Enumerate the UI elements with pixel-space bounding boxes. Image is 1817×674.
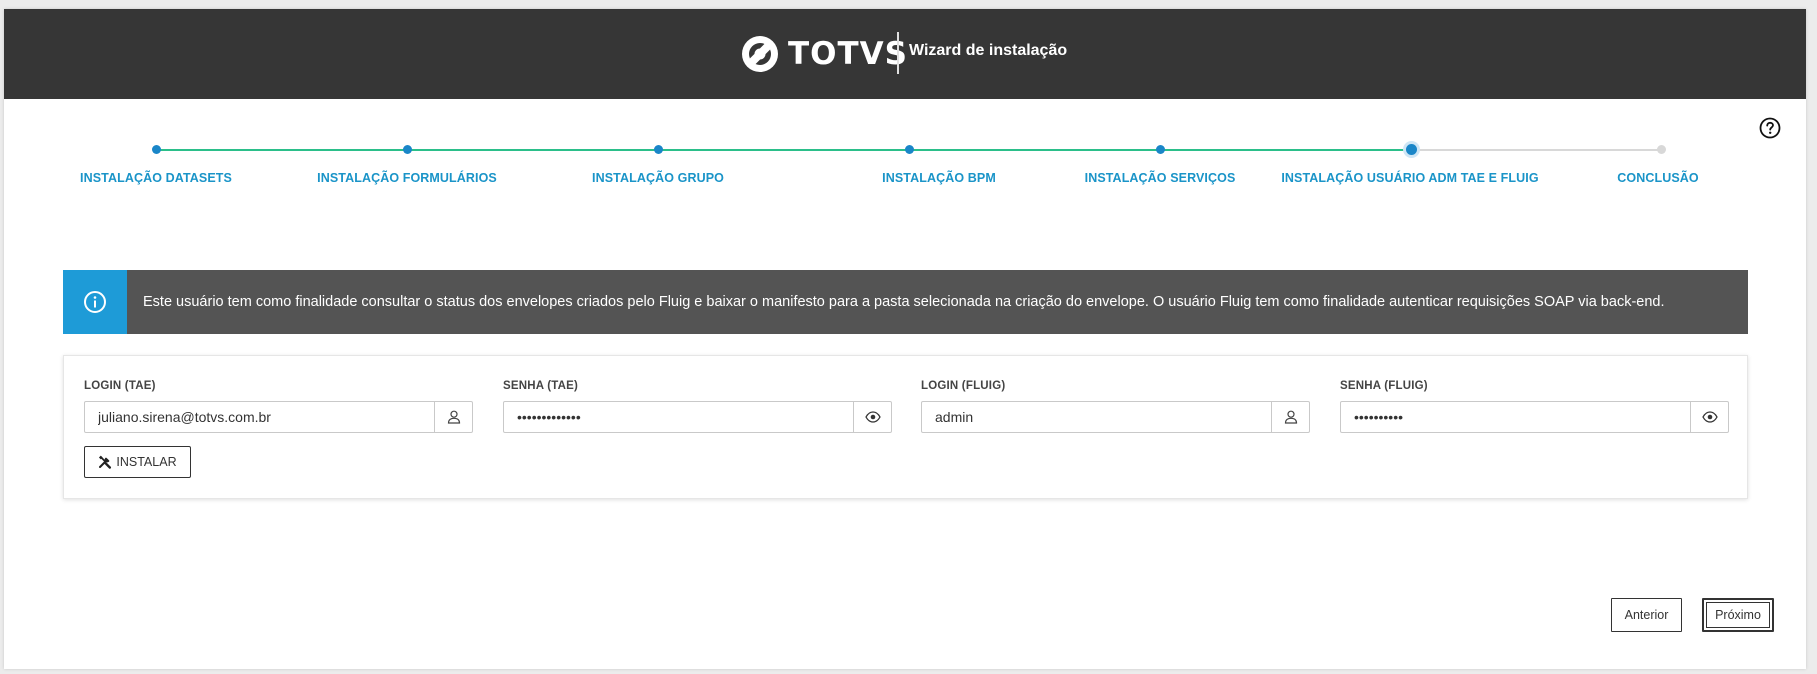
senha-fluig-toggle-button[interactable] [1690, 402, 1728, 432]
login-fluig-wrapper [921, 401, 1310, 433]
install-button[interactable]: INSTALAR [84, 446, 191, 478]
info-circle-icon [84, 291, 106, 313]
step-label-conclusao[interactable]: CONCLUSÃO [1617, 171, 1698, 185]
step-dot-bpm [905, 145, 914, 154]
info-text: Este usuário tem como finalidade consult… [143, 294, 1665, 310]
step-dot-usuario [1406, 144, 1417, 155]
login-tae-input[interactable] [85, 402, 434, 432]
step-connector [156, 149, 407, 151]
login-fluig-input[interactable] [922, 402, 1271, 432]
senha-tae-toggle-button[interactable] [853, 402, 891, 432]
senha-fluig-field: SENHA (FLUIG) [1340, 380, 1729, 433]
senha-tae-field: SENHA (TAE) [503, 380, 892, 433]
eye-icon [864, 411, 881, 423]
login-tae-label: LOGIN (TAE) [84, 380, 156, 392]
step-connector [658, 149, 909, 151]
senha-fluig-label: SENHA (FLUIG) [1340, 380, 1428, 392]
senha-tae-label: SENHA (TAE) [503, 380, 579, 392]
info-icon-box [63, 270, 127, 334]
login-fluig-label: LOGIN (FLUIG) [921, 380, 1006, 392]
senha-tae-wrapper [503, 401, 892, 433]
login-fluig-user-button[interactable] [1271, 402, 1309, 432]
step-dot-grupo [654, 145, 663, 154]
user-icon [447, 410, 460, 424]
senha-tae-input[interactable] [504, 402, 853, 432]
credentials-form: LOGIN (TAE) SENHA (TAE) [63, 355, 1748, 499]
step-dot-formularios [403, 145, 412, 154]
step-label-formularios[interactable]: INSTALAÇÃO FORMULÁRIOS [317, 171, 497, 185]
install-button-label: INSTALAR [116, 455, 177, 469]
login-tae-field: LOGIN (TAE) [84, 380, 473, 433]
senha-fluig-input[interactable] [1341, 402, 1690, 432]
step-label-bpm[interactable]: INSTALAÇÃO BPM [882, 171, 996, 185]
progress-stepper: INSTALAÇÃO DATASETS INSTALAÇÃO FORMULÁRI… [4, 9, 1806, 209]
wizard-window: TOTVS Wizard de instalação INSTALAÇÃO DA… [4, 9, 1806, 669]
step-dot-conclusao [1657, 145, 1666, 154]
step-label-usuario[interactable]: INSTALAÇÃO USUÁRIO ADM TAE E FLUIG [1281, 171, 1538, 185]
tools-icon [99, 455, 112, 469]
step-label-grupo[interactable]: INSTALAÇÃO GRUPO [592, 171, 724, 185]
step-connector [1411, 149, 1661, 151]
step-dot-datasets [152, 145, 161, 154]
login-tae-user-button[interactable] [434, 402, 472, 432]
previous-button[interactable]: Anterior [1611, 598, 1682, 632]
login-fluig-field: LOGIN (FLUIG) [921, 380, 1310, 433]
next-button[interactable]: Próximo [1702, 598, 1774, 632]
step-label-datasets[interactable]: INSTALAÇÃO DATASETS [80, 171, 232, 185]
step-label-servicos[interactable]: INSTALAÇÃO SERVIÇOS [1085, 171, 1236, 185]
step-connector [909, 149, 1160, 151]
senha-fluig-wrapper [1340, 401, 1729, 433]
login-tae-wrapper [84, 401, 473, 433]
user-icon [1284, 410, 1297, 424]
step-dot-servicos [1156, 145, 1165, 154]
step-connector [1160, 149, 1411, 151]
info-banner: Este usuário tem como finalidade consult… [63, 270, 1748, 334]
step-connector [407, 149, 658, 151]
eye-icon [1701, 411, 1718, 423]
